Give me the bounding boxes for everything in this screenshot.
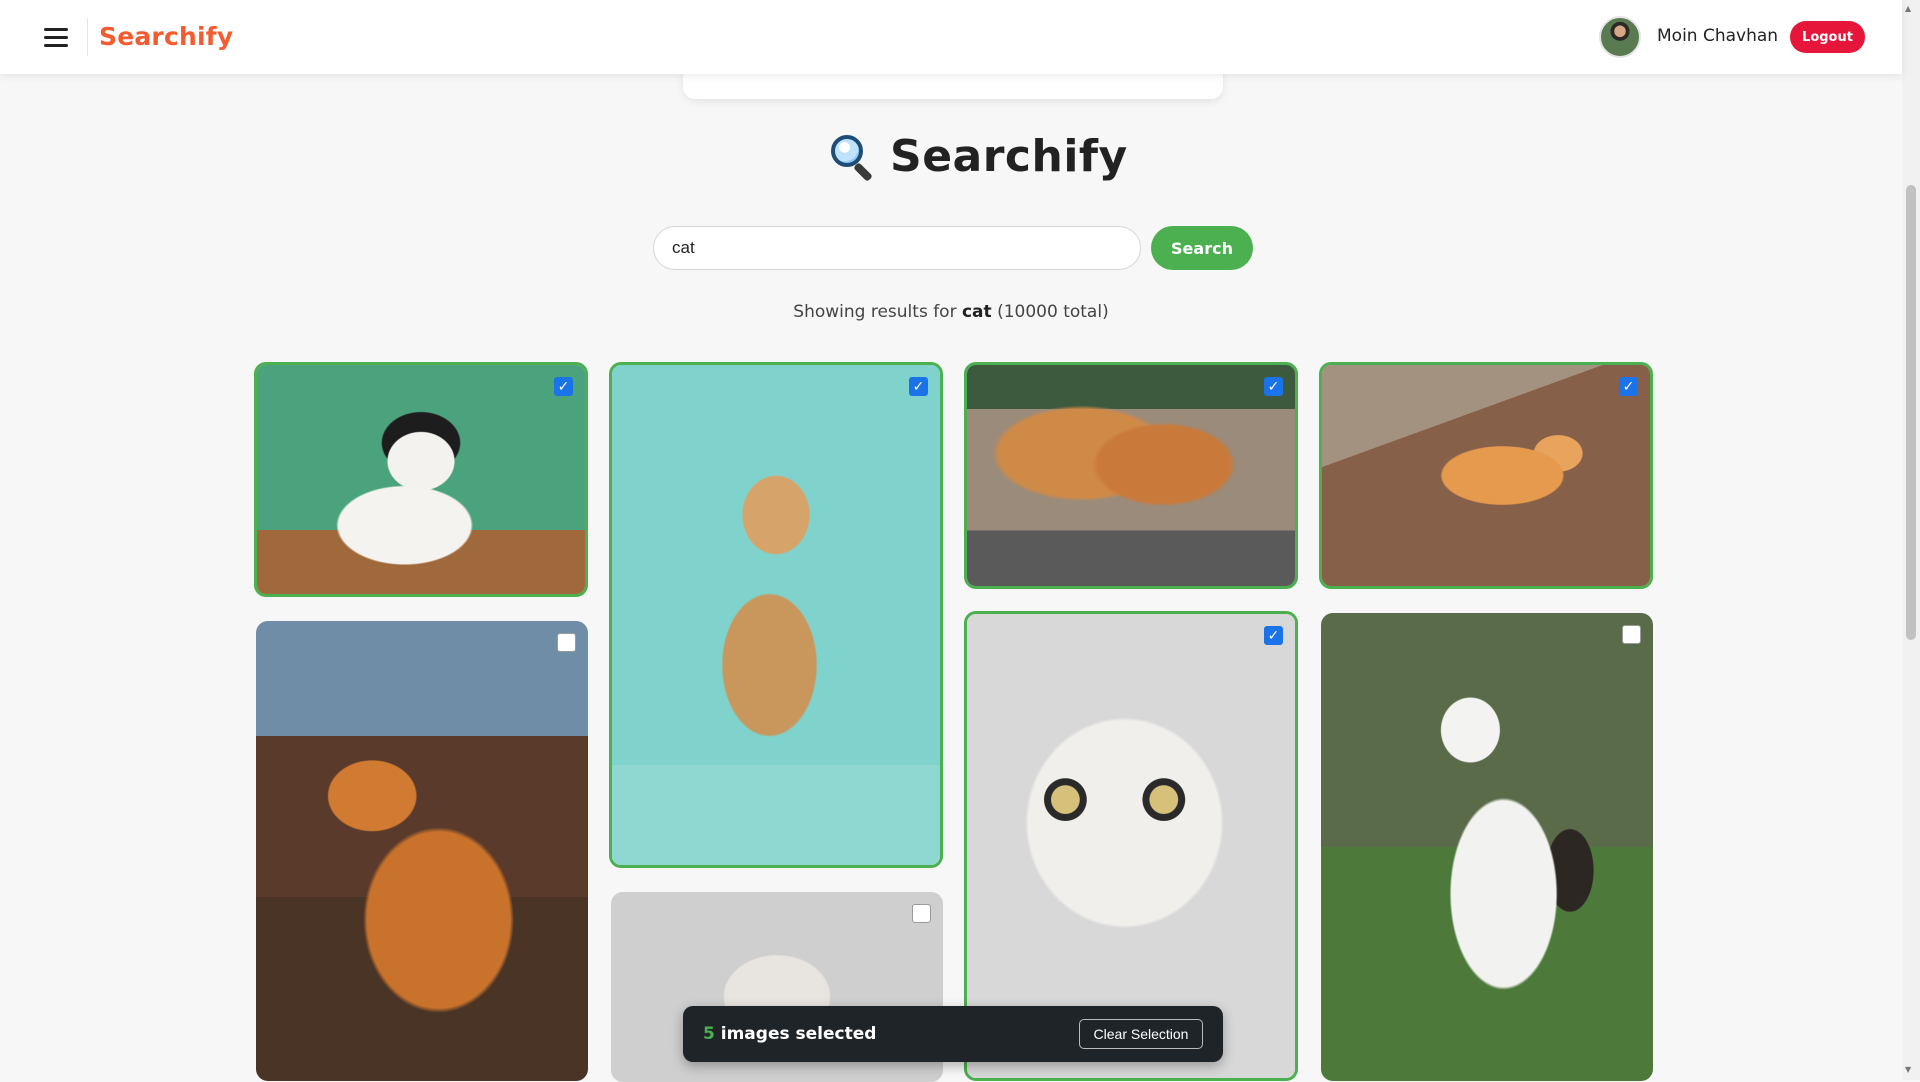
cat-image-card-5[interactable] [256,621,588,1081]
hamburger-menu-icon[interactable] [44,28,68,48]
top-navbar: Searchify Moin Chavhan Logout [0,0,1902,74]
cat-image-card-8[interactable] [1321,613,1653,1081]
select-checkbox[interactable]: ✓ [909,377,928,396]
select-checkbox[interactable]: ✓ [1264,377,1283,396]
select-checkbox[interactable] [1622,625,1641,644]
select-checkbox[interactable] [912,904,931,923]
brand-logo[interactable]: Searchify [99,22,233,51]
results-query: cat [961,302,992,322]
results-total: (10000 total) [997,302,1109,322]
results-summary: Showing results for cat (10000 total) [0,302,1902,322]
cat-photo [967,365,1295,586]
search-input[interactable] [653,226,1141,270]
cat-image-card-2[interactable]: ✓ [609,362,943,868]
select-checkbox[interactable] [557,633,576,652]
cat-image-card-3[interactable]: ✓ [964,362,1298,589]
selection-count: 5 [703,1024,715,1044]
nav-divider [87,18,88,56]
selection-label: images selected [720,1024,877,1044]
select-checkbox[interactable]: ✓ [1619,377,1638,396]
page-title-text: Searchify [890,130,1128,182]
cat-photo [256,621,588,1081]
search-button[interactable]: Search [1151,226,1253,270]
cat-photo [612,365,940,865]
cat-photo [257,365,585,594]
scrollbar-thumb[interactable] [1906,185,1916,640]
user-avatar[interactable] [1599,16,1641,58]
results-prefix: Showing results for [793,302,957,322]
scroll-down-arrow-icon[interactable]: ▼ [1905,1065,1911,1074]
cat-image-card-4[interactable]: ✓ [1319,362,1653,589]
selection-bar: 5 images selected Clear Selection [683,1006,1223,1062]
user-name: Moin Chavhan [1657,26,1779,46]
cat-photo [1322,365,1650,586]
page-title: Searchify [828,128,1128,184]
logout-button[interactable]: Logout [1790,21,1865,53]
select-checkbox[interactable]: ✓ [554,377,573,396]
cat-image-card-1[interactable]: ✓ [254,362,588,597]
selection-summary: 5 images selected [703,1024,876,1044]
clear-selection-button[interactable]: Clear Selection [1079,1019,1203,1049]
scroll-up-arrow-icon[interactable]: ▲ [1905,4,1911,13]
select-checkbox[interactable]: ✓ [1264,626,1283,645]
cat-photo [1321,613,1653,1081]
magnifying-glass-icon [828,132,876,182]
